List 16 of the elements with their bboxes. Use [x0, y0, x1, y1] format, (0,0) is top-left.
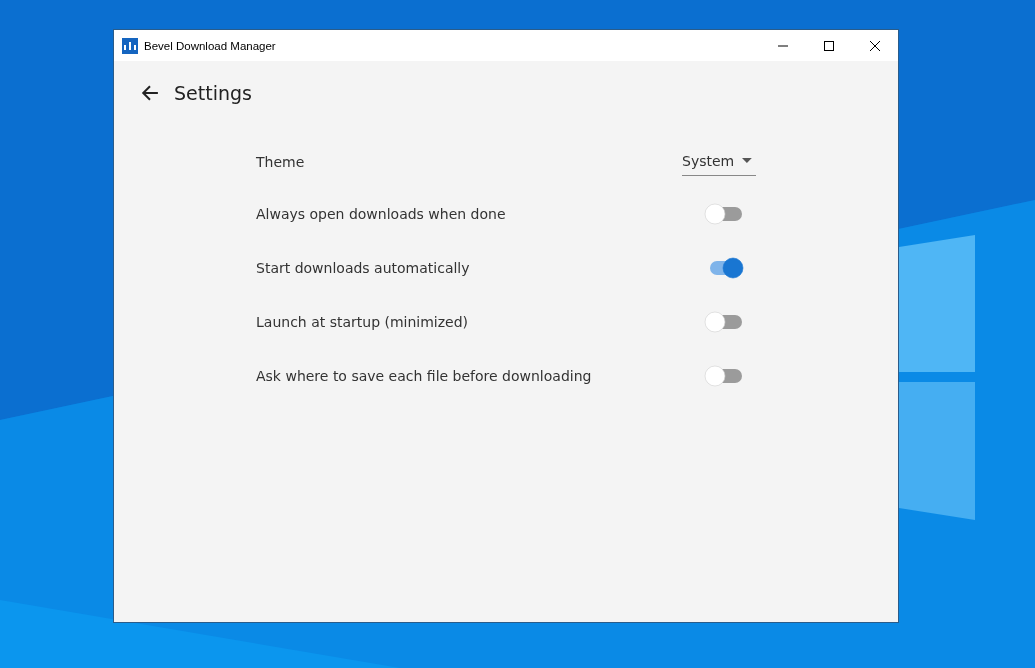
- setting-label: Theme: [256, 154, 305, 170]
- setting-label: Always open downloads when done: [256, 206, 506, 222]
- setting-label: Ask where to save each file before downloading: [256, 368, 592, 384]
- setting-label: Launch at startup (minimized): [256, 314, 469, 330]
- page-title: Settings: [174, 81, 252, 104]
- back-arrow-icon[interactable]: [141, 83, 159, 102]
- setting-label: Start downloads automatically: [256, 260, 470, 276]
- maximize-icon: [824, 40, 834, 51]
- caret-icon: [742, 158, 752, 163]
- toggle-switch[interactable]: [704, 365, 744, 387]
- app-icon: [122, 37, 138, 54]
- toggle-switch[interactable]: [704, 311, 744, 333]
- theme-dropdown[interactable]: System: [682, 148, 756, 176]
- close-icon: [870, 40, 880, 51]
- window-title: Bevel Download Manager: [144, 39, 276, 52]
- toggle-switch[interactable]: [704, 203, 744, 225]
